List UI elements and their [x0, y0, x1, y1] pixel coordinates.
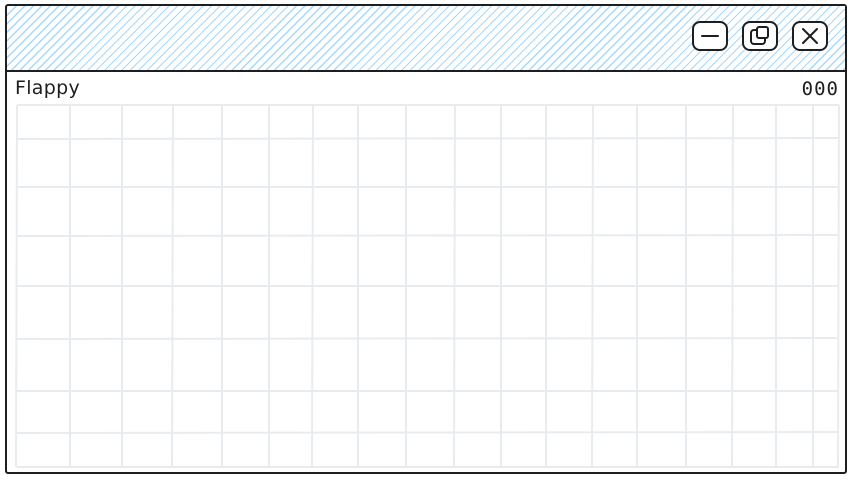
minimize-button[interactable]	[692, 21, 728, 51]
grid-line-horizontal	[16, 234, 840, 237]
close-icon	[802, 28, 818, 44]
title-bar[interactable]	[7, 6, 845, 72]
grid-line-horizontal	[16, 337, 840, 340]
app-window: Flappy 000	[5, 4, 847, 474]
play-area-grid[interactable]	[13, 103, 841, 469]
game-title: Flappy	[15, 77, 81, 99]
close-button[interactable]	[792, 21, 828, 51]
grid-line-horizontal	[16, 431, 840, 434]
grid-line-vertical	[15, 104, 18, 468]
grid-lines	[15, 104, 840, 468]
minimize-icon	[701, 35, 719, 37]
restore-icon	[750, 26, 769, 45]
score-counter: 000	[801, 78, 839, 100]
restore-button[interactable]	[742, 21, 778, 51]
grid-line-horizontal	[16, 137, 840, 140]
